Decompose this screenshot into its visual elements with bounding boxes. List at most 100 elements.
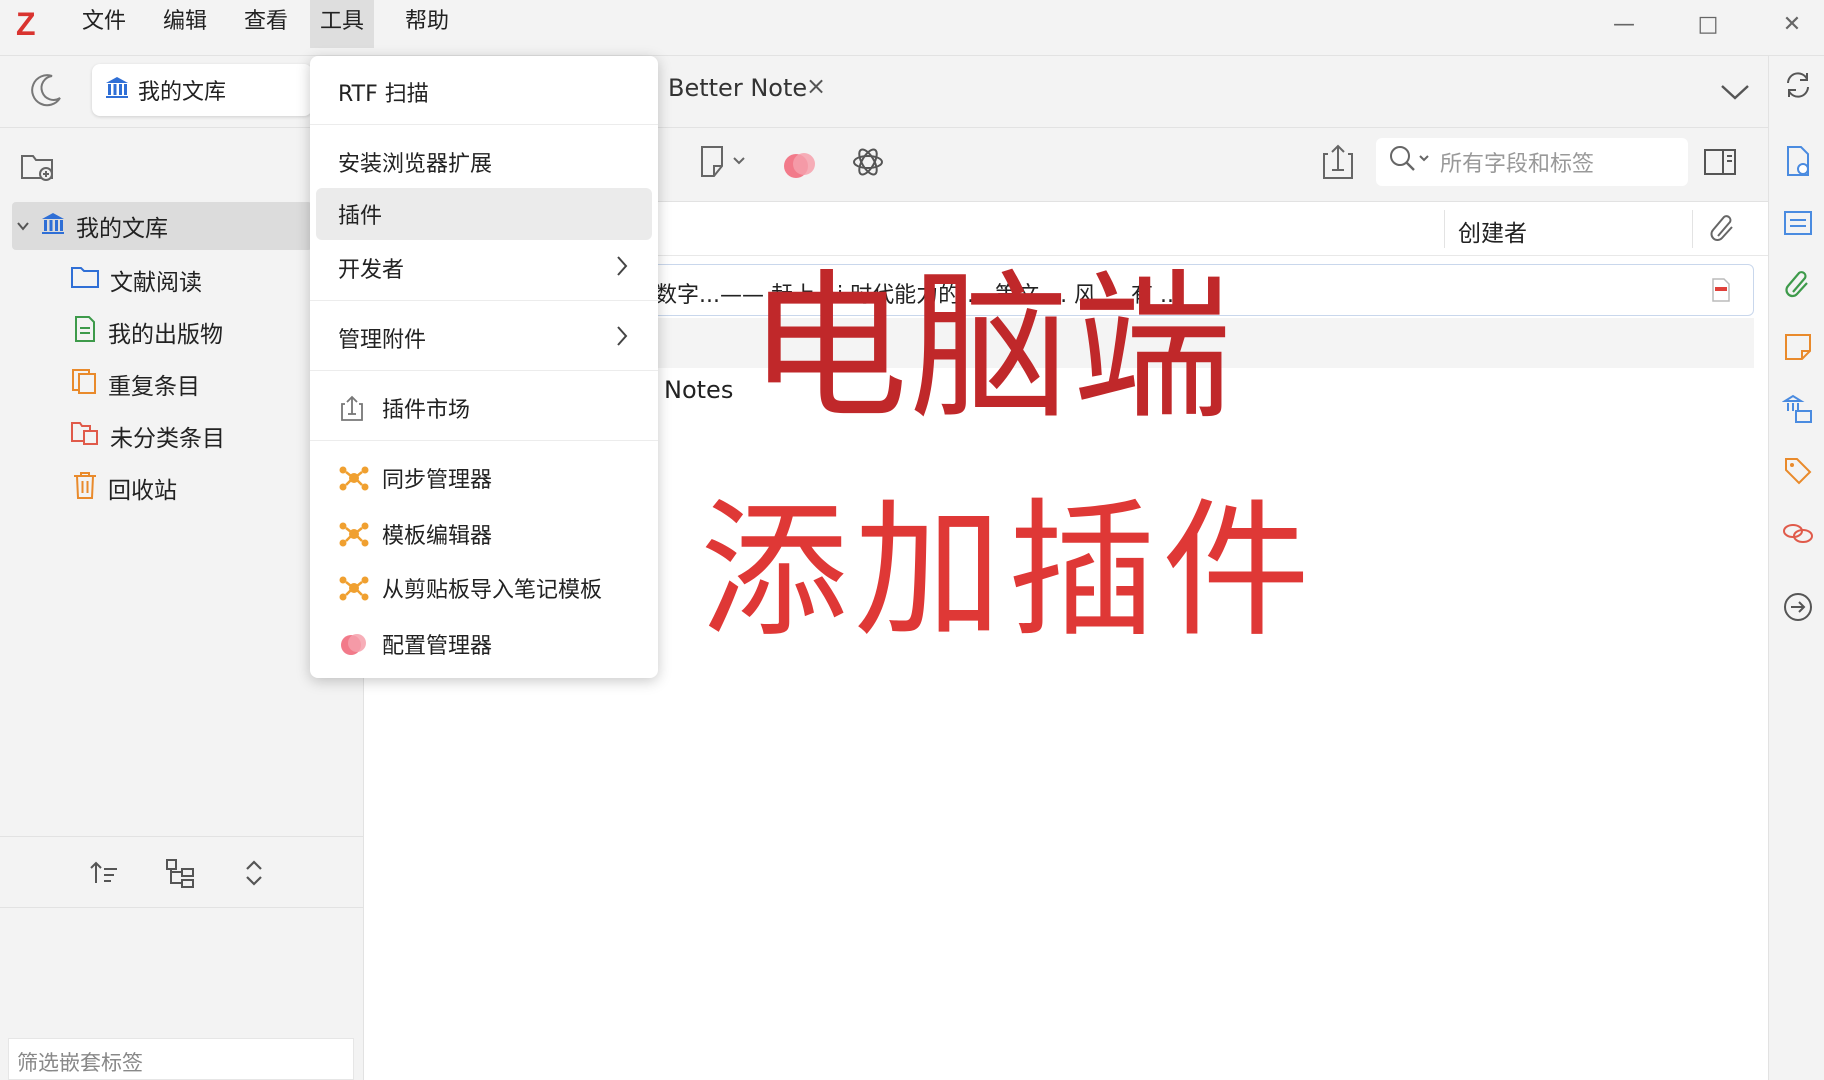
item-pane-sidenav: [1768, 56, 1824, 1080]
publications-icon: [72, 315, 98, 349]
toggle-item-pane-icon[interactable]: [1702, 146, 1738, 184]
menu-help[interactable]: 帮助: [395, 0, 459, 48]
menu-item-rtf-scan[interactable]: RTF 扫描: [316, 66, 652, 118]
unfiled-icon: [70, 419, 100, 453]
plugin-star-icon: [338, 519, 372, 549]
hierarchy-icon[interactable]: [164, 857, 196, 895]
plugin-star-icon: [338, 573, 372, 603]
menu-item-label: 配置管理器: [382, 634, 493, 659]
tree-item-collection[interactable]: 文献阅读: [70, 256, 202, 304]
attachments-icon[interactable]: [1781, 268, 1815, 302]
tree-label: 重复条目: [108, 374, 200, 400]
menu-bar: Z 文件 编辑 查看 工具 帮助 — □ ✕: [0, 0, 1824, 56]
menu-view[interactable]: 查看: [234, 0, 298, 48]
tag-filter-input[interactable]: 筛选嵌套标签: [8, 1038, 354, 1080]
sync-icon[interactable]: [1318, 142, 1358, 188]
tab-better-note[interactable]: Better Note: [668, 74, 807, 102]
library-icon: [104, 74, 130, 106]
locate-icon[interactable]: [1781, 590, 1815, 624]
plugin-star-icon: [338, 463, 372, 493]
overlay-caption-desktop: 电脑端: [748, 258, 1235, 437]
search-icon[interactable]: [1388, 144, 1432, 180]
abstract-icon[interactable]: [1781, 206, 1815, 240]
menu-item-label: 安装浏览器扩展: [338, 152, 493, 177]
menu-item-label: 插件: [338, 204, 383, 229]
tags-icon[interactable]: [1781, 454, 1815, 488]
close-window-button[interactable]: ✕: [1772, 8, 1812, 40]
tree-label: 回收站: [108, 478, 177, 504]
trash-icon: [72, 470, 98, 506]
tab-close-icon[interactable]: ×: [806, 72, 826, 100]
column-divider[interactable]: [1692, 210, 1693, 248]
menu-item-label: 管理附件: [338, 328, 427, 353]
tree-label: 我的文库: [76, 216, 168, 242]
chevron-down-icon[interactable]: [16, 213, 30, 239]
attachment-column-icon[interactable]: [1708, 214, 1738, 250]
menu-item-plugins[interactable]: 插件: [316, 188, 652, 240]
minimize-button[interactable]: —: [1604, 8, 1644, 40]
tab-label: 我的文库: [138, 80, 227, 105]
library-icon: [40, 210, 66, 242]
tree-label: 我的出版物: [108, 322, 223, 348]
menu-item-label: 同步管理器: [382, 468, 493, 493]
pdf-icon[interactable]: [1709, 277, 1733, 309]
menu-item-sync-manager[interactable]: 同步管理器: [316, 452, 652, 504]
chevron-right-icon: [614, 324, 630, 354]
menu-separator: [310, 124, 658, 125]
search-field[interactable]: 所有字段和标签: [1376, 138, 1688, 186]
menu-item-manage-attachments[interactable]: 管理附件: [316, 312, 652, 364]
menu-item-plugin-market[interactable]: 插件市场: [316, 382, 652, 434]
folder-icon: [70, 264, 100, 296]
libraries-collections-icon[interactable]: [1781, 392, 1815, 426]
column-divider[interactable]: [1444, 210, 1445, 248]
notes-icon[interactable]: [1781, 330, 1815, 364]
zotero-logo: Z: [16, 6, 36, 42]
tree-item-trash[interactable]: 回收站: [72, 464, 177, 512]
menu-tools[interactable]: 工具: [310, 0, 375, 48]
maximize-button[interactable]: □: [1688, 8, 1728, 40]
menu-edit[interactable]: 编辑: [153, 0, 217, 48]
new-note-icon[interactable]: [698, 144, 754, 186]
sort-icon[interactable]: [88, 857, 120, 895]
plugin-market-icon: [338, 393, 372, 423]
openai-icon[interactable]: [850, 144, 886, 186]
menu-item-label: 从剪贴板导入笔记模板: [382, 578, 603, 603]
tree-item-my-publications[interactable]: 我的出版物: [72, 308, 223, 356]
expand-collapse-icon[interactable]: [240, 857, 268, 895]
menu-separator: [310, 440, 658, 441]
menu-item-label: 插件市场: [382, 398, 471, 423]
tree-item-my-library[interactable]: 我的文库: [12, 202, 312, 250]
tree-item-duplicates[interactable]: 重复条目: [70, 360, 200, 408]
tab-my-library[interactable]: 我的文库: [92, 64, 312, 116]
tools-menu: RTF 扫描 安装浏览器扩展 插件 开发者 管理附件 插件市场 同步管理器 模板…: [310, 56, 658, 678]
tree-label: 未分类条目: [110, 426, 225, 452]
search-placeholder: 所有字段和标签: [1440, 152, 1595, 177]
menu-item-developer[interactable]: 开发者: [316, 242, 652, 294]
tabs-dropdown-icon[interactable]: [1718, 76, 1752, 112]
menu-item-import-note-template[interactable]: 从剪贴板导入笔记模板: [316, 562, 652, 614]
menu-item-label: 模板编辑器: [382, 524, 493, 549]
menu-item-install-browser-extension[interactable]: 安装浏览器扩展: [316, 136, 652, 188]
list-item[interactable]: Notes: [664, 376, 733, 404]
related-icon[interactable]: [1781, 516, 1815, 550]
sync-icon[interactable]: [1781, 68, 1815, 102]
pink-flower-icon[interactable]: [782, 146, 818, 188]
duplicates-icon: [70, 367, 98, 401]
dark-mode-icon[interactable]: [26, 70, 66, 116]
pink-flower-icon: [338, 629, 372, 659]
info-doc-icon[interactable]: [1781, 144, 1815, 178]
menu-file[interactable]: 文件: [72, 0, 136, 48]
menu-item-config-manager[interactable]: 配置管理器: [316, 618, 652, 670]
menu-separator: [310, 300, 658, 301]
menu-item-template-editor[interactable]: 模板编辑器: [316, 508, 652, 560]
chevron-right-icon: [614, 254, 630, 284]
tree-label: 文献阅读: [110, 270, 202, 296]
tag-selector-toolbar: [0, 836, 364, 908]
menu-item-label: RTF 扫描: [338, 82, 429, 107]
tab-bar: 我的文库 Better Note ×: [0, 56, 1768, 128]
menu-item-label: 开发者: [338, 258, 405, 283]
tree-item-unfiled[interactable]: 未分类条目: [70, 412, 225, 460]
new-collection-icon[interactable]: [20, 150, 56, 190]
column-creator[interactable]: 创建者: [1458, 214, 1527, 248]
overlay-caption-add-plugin: 添加插件: [700, 489, 1316, 654]
